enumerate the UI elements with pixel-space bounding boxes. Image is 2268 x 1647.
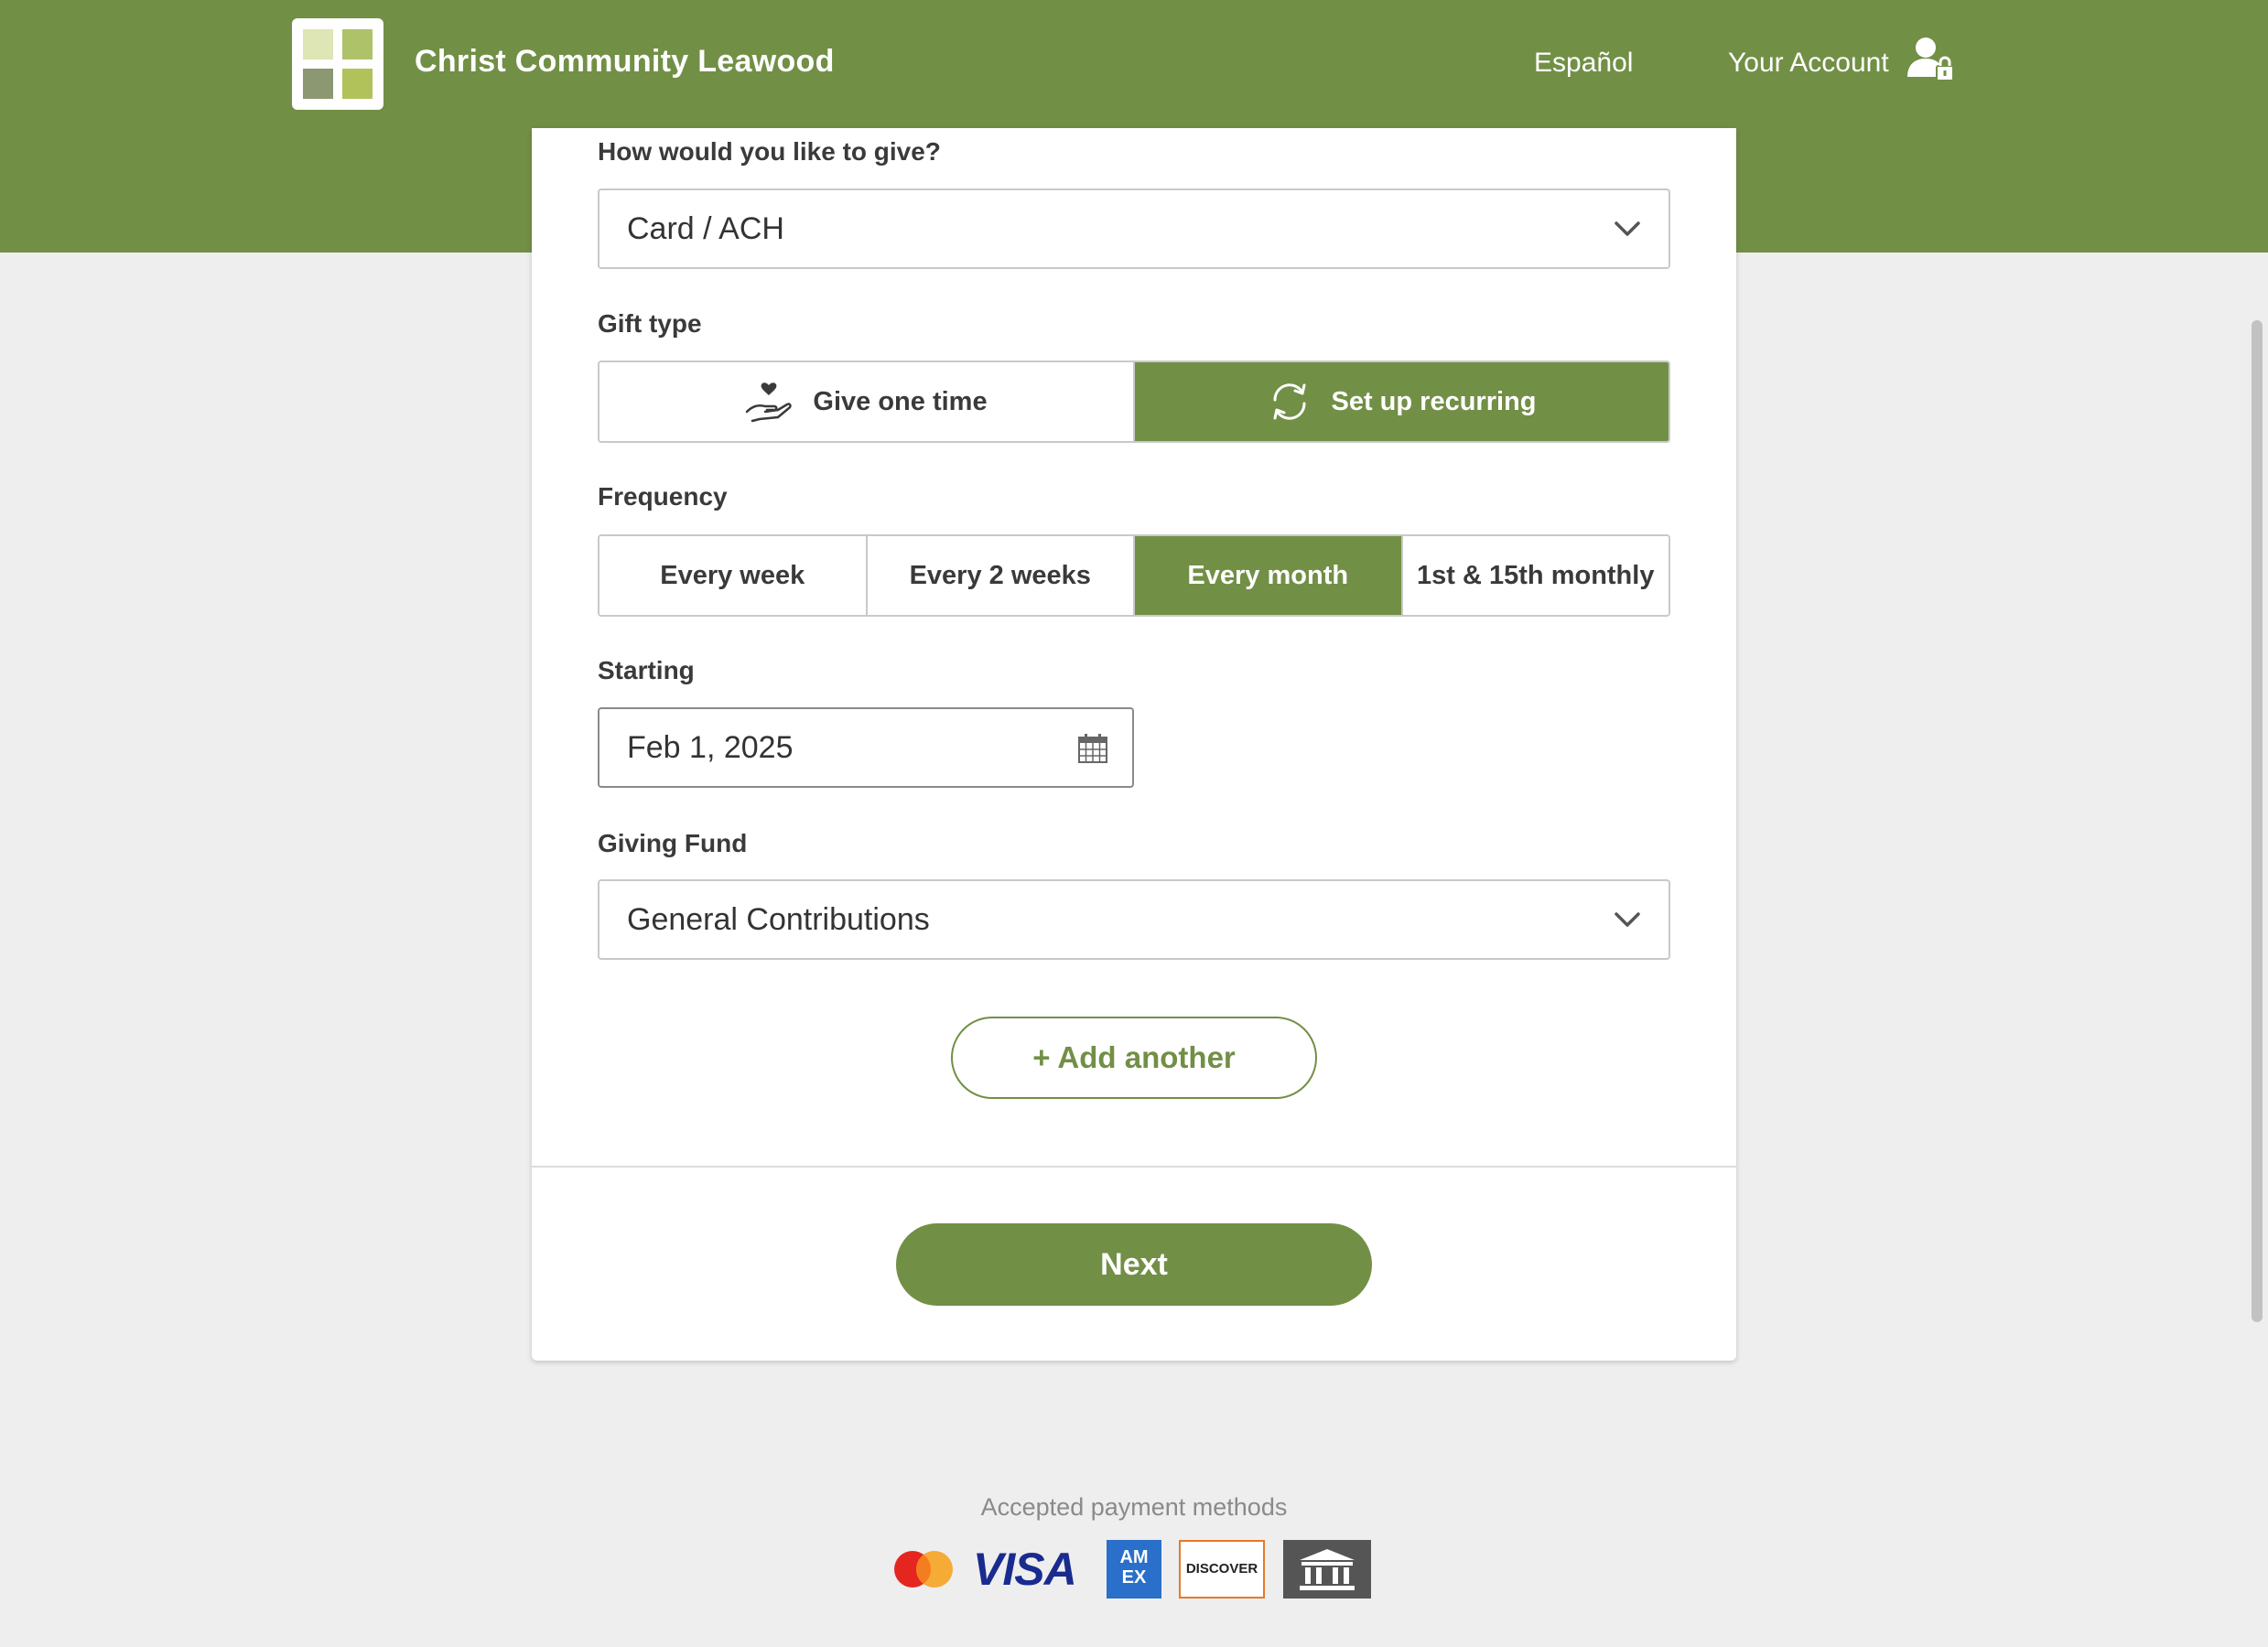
- giving-fund-select[interactable]: General Contributions: [598, 879, 1670, 960]
- starting-date-input[interactable]: Feb 1, 2025: [598, 707, 1134, 788]
- hand-heart-icon: [746, 382, 793, 423]
- calendar-icon[interactable]: [1077, 733, 1108, 764]
- account-link[interactable]: Your Account: [1728, 48, 1889, 79]
- starting-label: Starting: [598, 656, 695, 684]
- gift-type-label: Gift type: [598, 309, 702, 338]
- mastercard-icon: [894, 1551, 953, 1588]
- give-one-time-option[interactable]: Give one time: [599, 362, 1135, 441]
- add-another-button[interactable]: + Add another: [951, 1017, 1317, 1099]
- gift-type-toggle: Give one time Set up recurring: [598, 361, 1670, 443]
- frequency-1st-15th-monthly[interactable]: 1st & 15th monthly: [1402, 536, 1669, 615]
- frequency-every-week[interactable]: Every week: [599, 536, 868, 615]
- payment-methods-label: Accepted payment methods: [980, 1493, 1288, 1521]
- frequency-toggle: Every week Every 2 weeks Every month 1st…: [598, 534, 1670, 617]
- amex-icon: AM EX: [1107, 1540, 1161, 1599]
- frequency-every-month[interactable]: Every month: [1135, 536, 1403, 615]
- section-divider: [532, 1166, 1736, 1168]
- payment-methods-logos: VISA AM EX DISCOVER: [892, 1540, 1377, 1599]
- chevron-down-icon: [1615, 912, 1640, 927]
- give-method-label: How would you like to give?: [598, 137, 941, 166]
- chevron-down-icon: [1615, 221, 1640, 236]
- frequency-every-2-weeks[interactable]: Every 2 weeks: [867, 536, 1135, 615]
- page-scrollbar[interactable]: [2252, 320, 2263, 1322]
- refresh-icon: [1272, 383, 1306, 420]
- starting-date-value: Feb 1, 2025: [627, 730, 794, 765]
- visa-icon: VISA: [973, 1544, 1077, 1595]
- giving-form-card: How would you like to give? Card / ACH G…: [532, 128, 1736, 1361]
- brand-name[interactable]: Christ Community Leawood: [415, 44, 835, 80]
- discover-icon: DISCOVER: [1179, 1540, 1265, 1599]
- set-up-recurring-label: Set up recurring: [1331, 386, 1537, 416]
- language-link[interactable]: Español: [1534, 48, 1633, 79]
- bank-icon: [1283, 1540, 1371, 1599]
- giving-fund-label: Giving Fund: [598, 829, 748, 857]
- set-up-recurring-option[interactable]: Set up recurring: [1135, 362, 1669, 441]
- giving-fund-value: General Contributions: [627, 902, 930, 937]
- give-method-value: Card / ACH: [627, 211, 784, 246]
- give-one-time-label: Give one time: [813, 386, 988, 416]
- give-method-select[interactable]: Card / ACH: [598, 188, 1670, 269]
- account-lock-icon[interactable]: [1904, 33, 1955, 84]
- next-button[interactable]: Next: [896, 1223, 1372, 1306]
- church-logo[interactable]: [292, 18, 383, 110]
- frequency-label: Frequency: [598, 482, 728, 511]
